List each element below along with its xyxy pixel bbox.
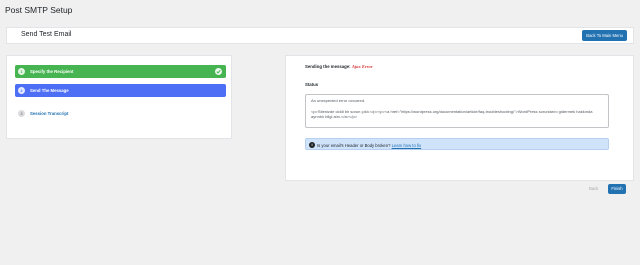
sending-status-line: Sending the message: Ajax Error [305, 64, 373, 69]
step-number: 1 [18, 68, 25, 75]
step-number: 2 [18, 87, 25, 94]
steps-panel: 1 Specify the Recipient 2 Send The Messa… [6, 55, 232, 139]
check-icon [215, 68, 222, 75]
finish-button[interactable]: Finish [608, 184, 626, 194]
step-number: 3 [18, 110, 25, 117]
section-title: Send Test Email [21, 31, 72, 38]
back-button[interactable]: Back [589, 186, 598, 191]
status-textarea[interactable]: An unexpected error occurred. <p>Siteniz… [305, 94, 609, 128]
step-session-transcript[interactable]: 3 Session Transcript [15, 107, 226, 120]
status-error-text: An unexpected error occurred. [311, 98, 366, 103]
learn-how-to-fix-link[interactable]: Learn how to fix [392, 143, 422, 148]
header-bar: Send Test Email Back To Main Menu [6, 27, 634, 44]
page-title: Post SMTP Setup [5, 5, 73, 15]
step-specify-recipient[interactable]: 1 Specify the Recipient [15, 65, 226, 78]
content-panel: Sending the message: Ajax Error Status A… [285, 55, 634, 181]
sending-label: Sending the message: [305, 64, 351, 69]
step-label: Specify the Recipient [30, 69, 74, 74]
step-label: Send The Message [30, 88, 69, 93]
sending-error-text: Ajax Error [351, 64, 373, 69]
info-icon: i [309, 142, 315, 148]
status-html-text: <p>Sitenizde ciddi bir sorun çıktı.</p><… [311, 108, 593, 120]
status-label: Status [305, 82, 319, 87]
notice-text: Is your email's Header or Body broken? [317, 142, 391, 148]
step-send-message[interactable]: 2 Send The Message [15, 84, 226, 97]
step-label: Session Transcript [30, 111, 69, 116]
notice-text-wrapper: Is your email's Header or Body broken? L… [317, 143, 421, 148]
info-notice: i Is your email's Header or Body broken?… [305, 138, 609, 150]
back-to-main-menu-button[interactable]: Back To Main Menu [582, 30, 627, 41]
